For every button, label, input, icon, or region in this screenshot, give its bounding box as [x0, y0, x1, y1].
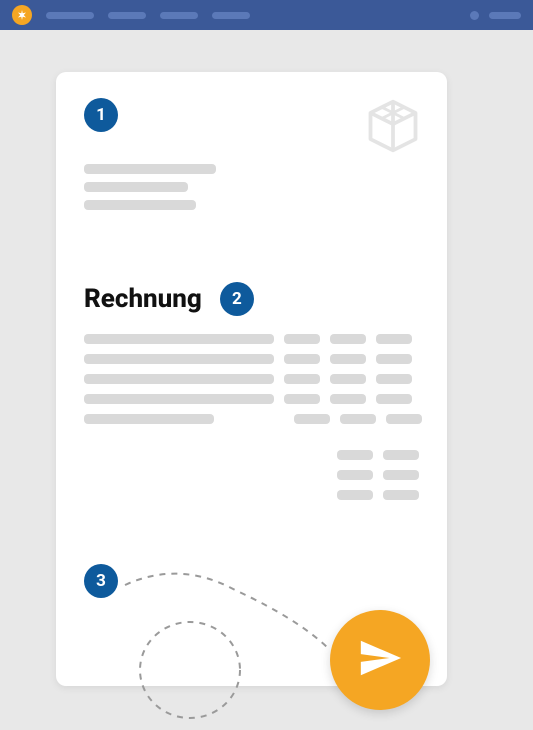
totals-row: [337, 490, 419, 500]
totals-row: [337, 450, 419, 460]
totals-row: [337, 470, 419, 480]
top-navigation-bar: [0, 0, 533, 30]
table-row: [84, 334, 419, 344]
table-cell: [337, 490, 373, 500]
paper-plane-icon: [357, 635, 403, 685]
nav-items-right: [470, 11, 521, 20]
nav-item[interactable]: [489, 12, 521, 19]
cube-icon: [363, 96, 423, 156]
document-title-row: Rechnung 2: [84, 282, 254, 316]
table-row: [84, 394, 419, 404]
table-cell: [383, 470, 419, 480]
table-cell: [383, 450, 419, 460]
table-cell: [337, 470, 373, 480]
table-row: [84, 414, 419, 424]
nav-items-left: [46, 12, 456, 19]
table-cell: [376, 354, 412, 364]
app-logo: [12, 5, 32, 25]
table-cell: [284, 354, 320, 364]
nav-avatar[interactable]: [470, 11, 479, 20]
table-cell: [284, 394, 320, 404]
address-line: [84, 182, 188, 192]
table-cell: [84, 394, 274, 404]
table-cell: [284, 334, 320, 344]
step-badge-2: 2: [220, 282, 254, 316]
table-cell: [330, 394, 366, 404]
step-badge-2-label: 2: [232, 289, 242, 309]
address-block: [84, 164, 216, 218]
table-cell: [84, 354, 274, 364]
step-badge-1: 1: [84, 98, 118, 132]
stage: 1 Rechnung 2: [0, 30, 533, 711]
table-cell: [386, 414, 422, 424]
nav-item[interactable]: [46, 12, 94, 19]
nav-item[interactable]: [160, 12, 198, 19]
document-title: Rechnung: [84, 284, 202, 314]
table-row: [84, 374, 419, 384]
table-cell: [337, 450, 373, 460]
table-cell: [84, 334, 274, 344]
table-cell: [330, 374, 366, 384]
step-badge-3: 3: [84, 564, 118, 598]
table-cell: [84, 414, 214, 424]
invoice-document: 1 Rechnung 2: [56, 72, 447, 686]
table-cell: [376, 374, 412, 384]
table-cell: [330, 334, 366, 344]
step-badge-1-label: 1: [96, 105, 106, 125]
asterisk-icon: [16, 6, 28, 25]
table-cell: [284, 374, 320, 384]
table-cell: [383, 490, 419, 500]
nav-item[interactable]: [212, 12, 250, 19]
send-button[interactable]: [330, 610, 430, 710]
table-cell: [376, 334, 412, 344]
address-line: [84, 164, 216, 174]
address-line: [84, 200, 196, 210]
totals-block: [337, 450, 419, 510]
table-cell: [330, 354, 366, 364]
nav-item[interactable]: [108, 12, 146, 19]
step-badge-3-label: 3: [96, 571, 106, 591]
table-cell: [294, 414, 330, 424]
line-items-table: [84, 334, 419, 434]
table-cell: [84, 374, 274, 384]
table-cell: [376, 394, 412, 404]
table-row: [84, 354, 419, 364]
table-cell: [340, 414, 376, 424]
